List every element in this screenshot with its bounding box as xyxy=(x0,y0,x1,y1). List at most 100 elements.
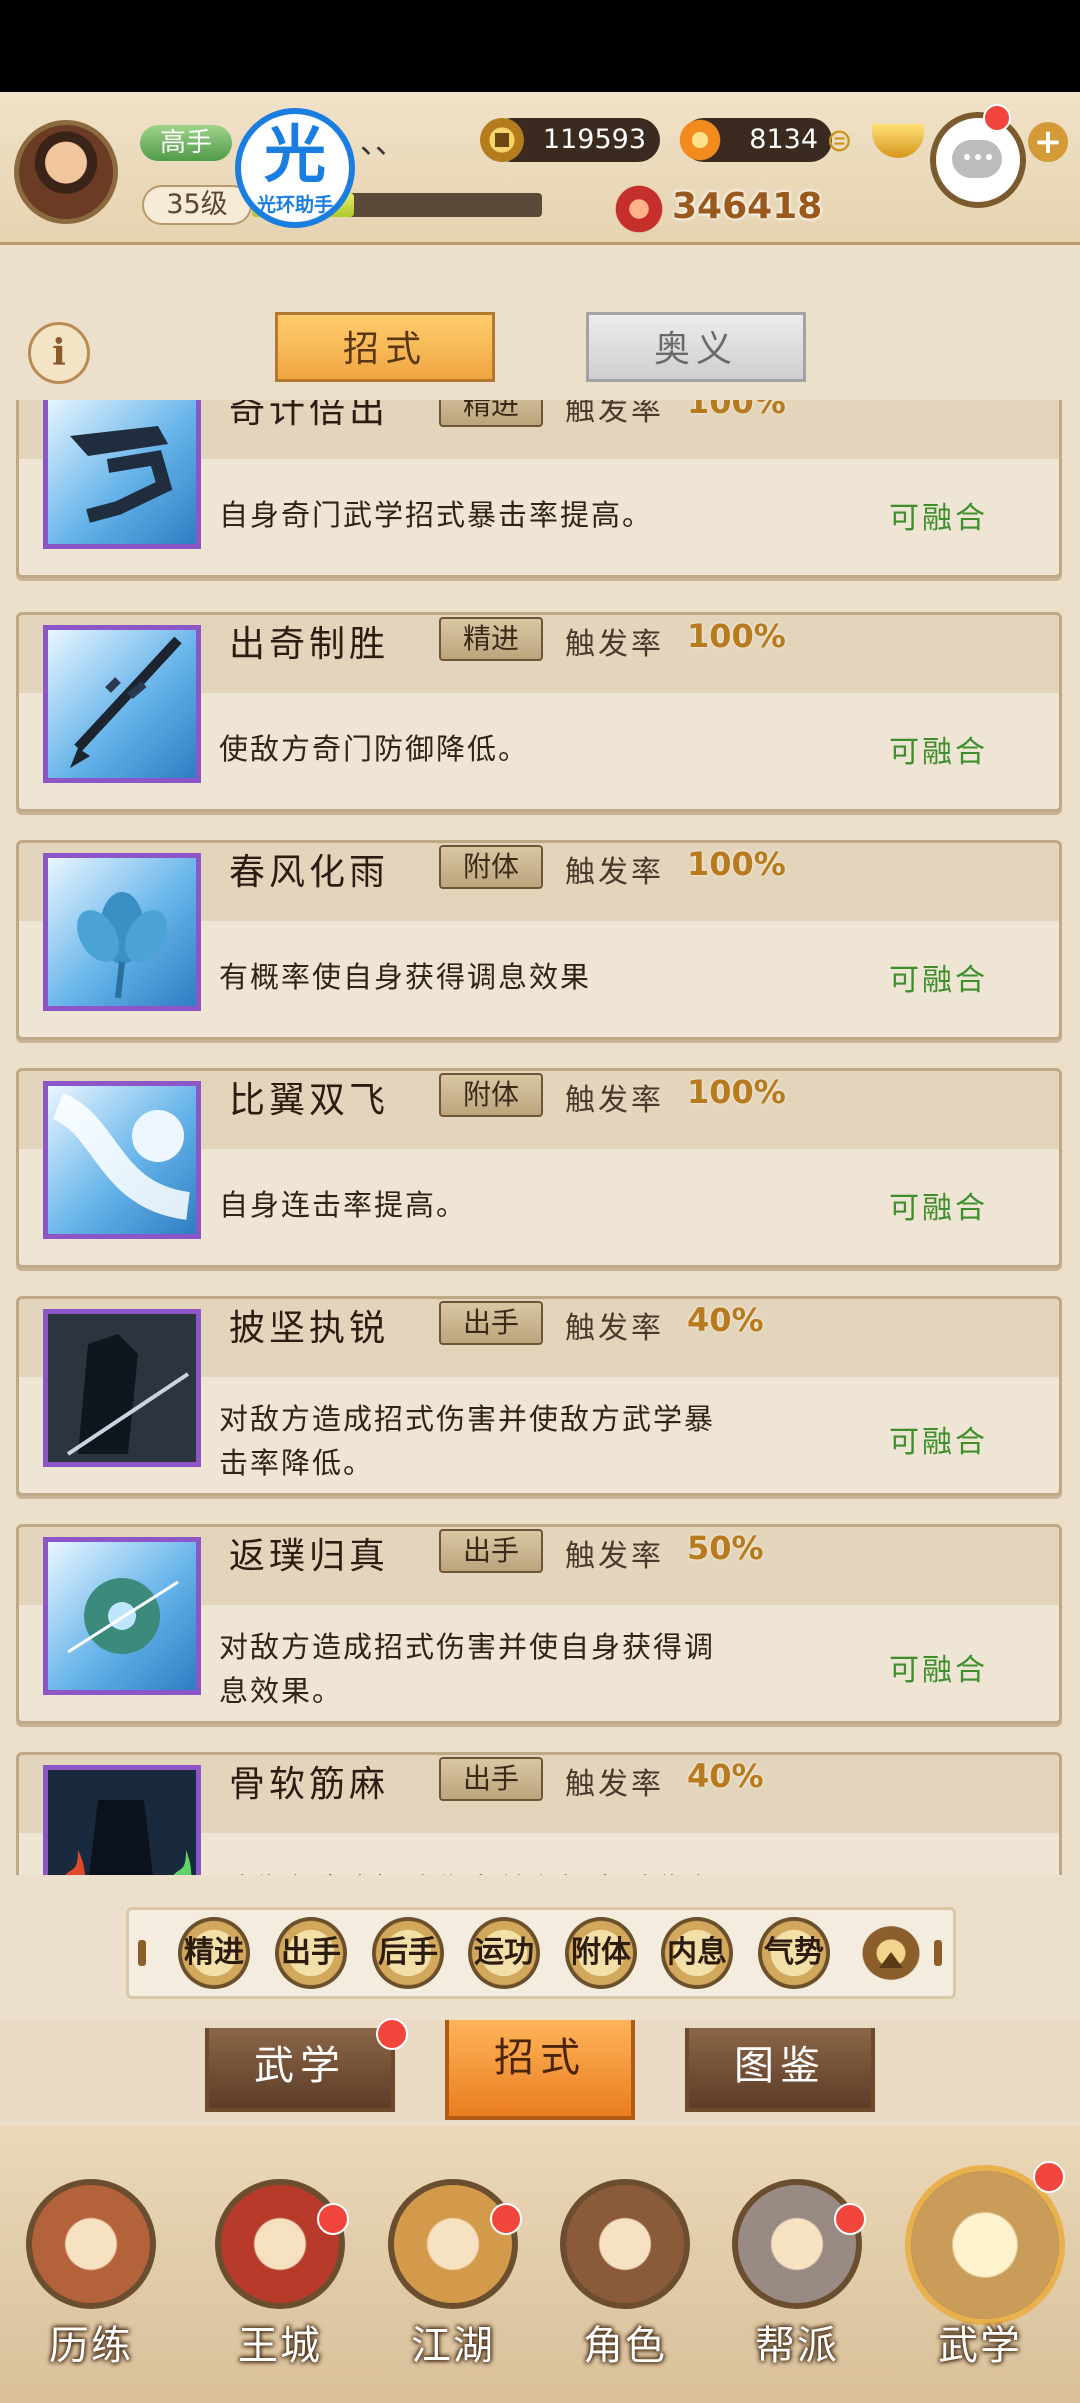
nav-item[interactable]: 武学 xyxy=(905,2161,1065,2385)
lotus-icon xyxy=(43,853,201,1011)
collapse-chevron-icon[interactable] xyxy=(858,1922,924,1984)
fusion-status[interactable]: 可融合 xyxy=(889,1417,988,1461)
nav-label: 帮派 xyxy=(755,2323,839,2369)
player-name-suffix: 、、 xyxy=(360,126,405,161)
skill-name: 春风化雨 xyxy=(229,852,390,893)
subtab-wuxue[interactable]: 武学 xyxy=(205,2028,395,2112)
filter-bar-pin-right xyxy=(934,1940,942,1966)
chat-icon xyxy=(952,140,1002,178)
skill-description: 对敌方造成招式伤害并有概率对敌方 xyxy=(219,1867,809,1875)
skill-description: 有概率使自身获得调息效果 xyxy=(219,960,592,994)
trigger-rate-value: 50% xyxy=(687,1529,764,1567)
fusion-status[interactable]: 可融合 xyxy=(889,727,988,771)
info-button[interactable]: i xyxy=(28,322,90,384)
fusion-status[interactable]: 可融合 xyxy=(889,1645,988,1689)
trigger-rate-label: 触发率 xyxy=(565,627,664,662)
skill-name: 返璞归真 xyxy=(229,1536,390,1577)
combat-power-value: 346418 xyxy=(672,186,823,227)
skill-card[interactable]: 比翼双飞 附体 触发率 100% 自身连击率提高。 可融合 xyxy=(16,1068,1062,1268)
tab-aoyi[interactable]: 奥义 xyxy=(586,312,806,382)
filter-bar xyxy=(126,1907,956,1999)
trigger-rate-value: 40% xyxy=(687,1301,764,1339)
filter-button[interactable]: 后手 xyxy=(372,1917,444,1989)
skill-description: 击率降低。 xyxy=(219,1446,375,1480)
rank-badge: 高手 xyxy=(140,125,232,161)
scroll-icon xyxy=(43,400,201,549)
adventure-icon xyxy=(26,2179,156,2309)
subtab-zhaoshi[interactable]: 招式 xyxy=(445,2020,635,2120)
nav-item[interactable]: 王城 xyxy=(205,2165,355,2385)
trigger-rate-label: 触发率 xyxy=(565,1083,664,1118)
swordsman-icon xyxy=(43,1309,201,1467)
helper-logo-icon[interactable]: 光 光环助手 xyxy=(235,108,355,228)
filter-button[interactable]: 出手 xyxy=(275,1917,347,1989)
skill-description: 对敌方造成招式伤害并使敌方武学暴 xyxy=(219,1402,716,1436)
helper-glyph: 光 xyxy=(263,118,326,191)
nav-item[interactable]: 角色 xyxy=(550,2165,700,2385)
notification-dot xyxy=(834,2203,866,2235)
skill-name: 骨软筋麻 xyxy=(229,1764,390,1805)
trigger-rate-value: 40% xyxy=(687,1757,764,1795)
skill-card[interactable]: 春风化雨 附体 触发率 100% 有概率使自身获得调息效果 可融合 xyxy=(16,840,1062,1040)
skill-name: 出奇制胜 xyxy=(229,624,390,665)
player-avatar[interactable] xyxy=(14,120,118,224)
power-icon xyxy=(612,182,666,236)
skill-name: 披坚执锐 xyxy=(229,1308,390,1349)
skill-name: 比翼双飞 xyxy=(229,1080,390,1121)
skill-card[interactable]: 奇计倍出 精进 触发率 100% 自身奇门武学招式暴击率提高。 可融合 xyxy=(16,400,1062,578)
nav-label: 王城 xyxy=(238,2323,322,2369)
skill-description: 自身连击率提高。 xyxy=(219,1188,468,1222)
level-label: 35级 xyxy=(142,185,252,225)
fusion-status[interactable]: 可融合 xyxy=(889,955,988,999)
skill-card[interactable]: 出奇制胜 精进 触发率 100% 使敌方奇门防御降低。 可融合 xyxy=(16,612,1062,812)
skill-description: 使敌方奇门防御降低。 xyxy=(219,732,530,766)
trigger-rate-label: 触发率 xyxy=(565,400,664,428)
coin-icon xyxy=(480,118,524,162)
notification-dot xyxy=(983,104,1011,132)
fire-figure-icon xyxy=(43,1765,201,1875)
trigger-rate-label: 触发率 xyxy=(565,855,664,890)
fusion-status[interactable]: 可融合 xyxy=(889,1867,988,1875)
skill-description: 自身奇门武学招式暴击率提高。 xyxy=(219,498,654,532)
nav-item[interactable]: 历练 xyxy=(16,2165,166,2385)
skill-card[interactable]: 返璞归真 出手 触发率 50% 对敌方造成招式伤害并使自身获得调 息效果。 可融合 xyxy=(16,1524,1062,1724)
notification-dot xyxy=(490,2203,522,2235)
sword-icon xyxy=(388,2179,518,2309)
nav-item[interactable]: 帮派 xyxy=(722,2165,872,2385)
skill-card[interactable]: 骨软筋麻 出手触发率 40% 对敌方造成招式伤害并有概率对敌方 可融合 xyxy=(16,1752,1062,1875)
nav-item[interactable]: 江湖 xyxy=(378,2165,528,2385)
nav-label: 江湖 xyxy=(411,2323,495,2369)
filter-button[interactable]: 附体 xyxy=(565,1917,637,1989)
nav-label: 武学 xyxy=(938,2323,1022,2369)
trigger-rate-value: 100% xyxy=(687,400,786,421)
add-currency-button[interactable]: + xyxy=(1028,122,1068,162)
skill-type-tag: 出手 xyxy=(439,1529,543,1573)
coin-stack-icon[interactable]: ⊜ xyxy=(826,122,866,158)
tab-zhaoshi[interactable]: 招式 xyxy=(275,312,495,382)
guild-icon xyxy=(732,2179,862,2309)
skill-card[interactable]: 披坚执锐 出手 触发率 40% 对敌方造成招式伤害并使敌方武学暴 击率降低。 可融合 xyxy=(16,1296,1062,1496)
skill-type-tag: 精进 xyxy=(439,400,543,427)
skill-list[interactable]: 奇计倍出 精进 触发率 100% 自身奇门武学招式暴击率提高。 可融合 出奇制胜 精进 触发率 1… xyxy=(16,400,1064,1875)
trigger-rate-value: 100% xyxy=(687,845,786,883)
subtab-tujian[interactable]: 图鉴 xyxy=(685,2028,875,2112)
filter-button[interactable]: 气势 xyxy=(758,1917,830,1989)
status-bar xyxy=(0,0,1080,92)
helper-text: 光环助手 xyxy=(256,194,333,216)
fusion-status[interactable]: 可融合 xyxy=(889,493,988,537)
notification-dot xyxy=(1033,2161,1065,2193)
trigger-rate-value: 100% xyxy=(687,617,786,655)
skill-description: 对敌方造成招式伤害并使自身获得调 xyxy=(219,1630,716,1664)
trigger-rate-label: 触发率 xyxy=(565,1539,664,1574)
chat-dots-icon xyxy=(964,154,970,160)
trigger-rate-value: 100% xyxy=(687,1073,786,1111)
fusion-status[interactable]: 可融合 xyxy=(889,1183,988,1227)
filter-button[interactable]: 运功 xyxy=(468,1917,540,1989)
filter-button[interactable]: 内息 xyxy=(661,1917,733,1989)
notification-dot xyxy=(317,2203,349,2235)
brush-icon xyxy=(43,625,201,783)
filter-button[interactable]: 精进 xyxy=(178,1917,250,1989)
skill-type-tag: 出手 xyxy=(439,1757,543,1801)
trigger-rate-label: 触发率 xyxy=(565,1311,664,1346)
palace-icon xyxy=(215,2179,345,2309)
